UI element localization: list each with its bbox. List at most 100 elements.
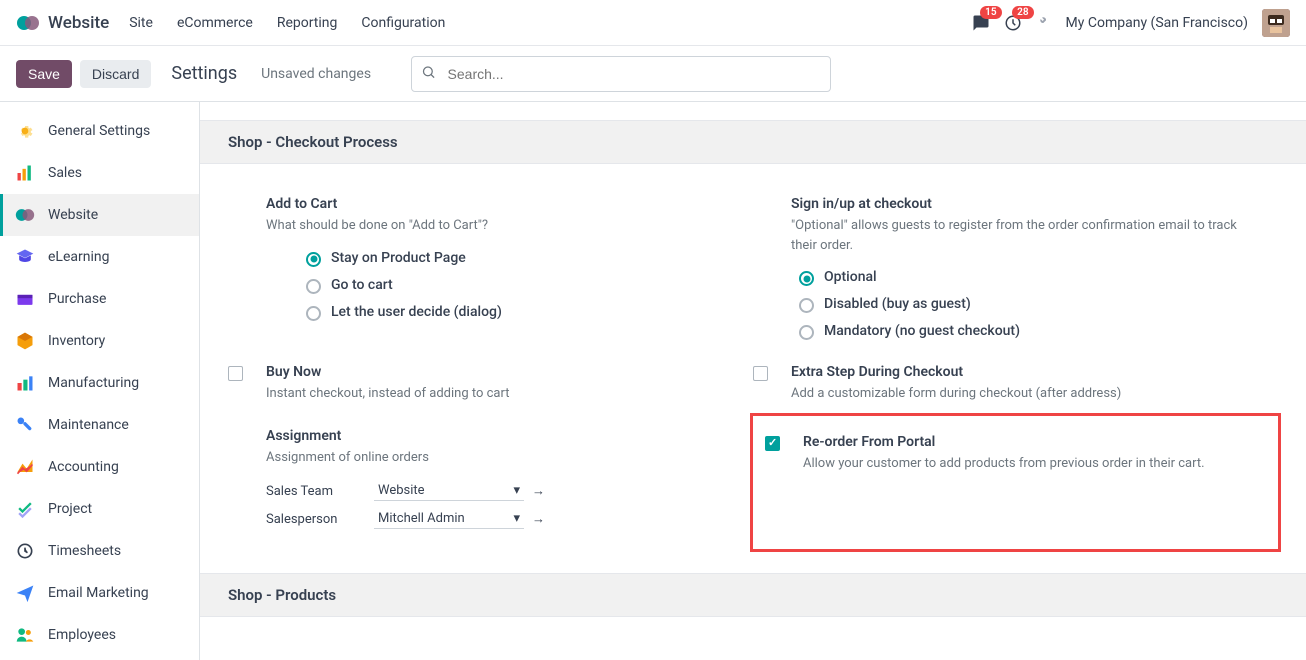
setting-signin: Sign in/up at checkout "Optional" allows… [753, 184, 1278, 352]
salesperson-label: Salesperson [266, 512, 366, 527]
radio-icon[interactable] [799, 325, 814, 340]
menu-reporting[interactable]: Reporting [277, 15, 338, 31]
user-avatar[interactable] [1262, 9, 1290, 37]
setting-title: Add to Cart [266, 196, 737, 212]
sidebar-label: Inventory [48, 333, 105, 349]
setting-title: Sign in/up at checkout [791, 196, 1262, 212]
setting-desc: What should be done on "Add to Cart"? [266, 216, 737, 236]
radio-disabled[interactable]: Disabled (buy as guest) [799, 296, 1262, 313]
sidebar-item-timesheets[interactable]: Timesheets [0, 530, 199, 572]
globe-icon [14, 204, 36, 226]
discard-button[interactable]: Discard [80, 60, 151, 88]
top-nav: Website Site eCommerce Reporting Configu… [0, 0, 1306, 46]
activity-badge: 28 [1012, 6, 1033, 19]
sidebar-item-fieldservice[interactable]: Field Service [0, 656, 199, 660]
section-header-products: Shop - Products [200, 573, 1306, 617]
sidebar-item-sales[interactable]: Sales [0, 152, 199, 194]
salesperson-select[interactable]: Mitchell Admin▾ [374, 509, 524, 529]
setting-desc: Instant checkout, instead of adding to c… [266, 384, 737, 404]
section-header-checkout: Shop - Checkout Process [200, 120, 1306, 164]
sidebar-label: Website [48, 207, 98, 223]
sidebar-item-purchase[interactable]: Purchase [0, 278, 199, 320]
settings-sidebar: General Settings Sales Website eLearning… [0, 102, 200, 660]
sidebar-item-manufacturing[interactable]: Manufacturing [0, 362, 199, 404]
wrench-icon [14, 414, 36, 436]
search-icon [421, 64, 436, 83]
setting-title: Extra Step During Checkout [791, 364, 1262, 380]
setting-extra-step: Extra Step During Checkout Add a customi… [753, 352, 1278, 416]
sidebar-item-inventory[interactable]: Inventory [0, 320, 199, 362]
sidebar-label: Purchase [48, 291, 106, 307]
sidebar-label: Accounting [48, 459, 119, 475]
search-input[interactable] [411, 56, 831, 92]
search-box [411, 56, 831, 92]
activity-icon[interactable]: 28 [1004, 14, 1022, 32]
save-button[interactable]: Save [16, 60, 72, 88]
sidebar-item-accounting[interactable]: Accounting [0, 446, 199, 488]
company-selector[interactable]: My Company (San Francisco) [1066, 15, 1248, 31]
setting-title: Assignment [266, 428, 737, 444]
action-bar: Save Discard Settings Unsaved changes [0, 46, 1306, 102]
setting-buy-now: Buy Now Instant checkout, instead of add… [228, 352, 753, 416]
sidebar-item-elearning[interactable]: eLearning [0, 236, 199, 278]
checkbox-extra-step[interactable] [753, 366, 768, 381]
people-icon [14, 624, 36, 646]
sidebar-item-emailmarketing[interactable]: Email Marketing [0, 572, 199, 614]
radio-stay-on-page[interactable]: Stay on Product Page [306, 250, 737, 267]
sidebar-label: Sales [48, 165, 82, 181]
radio-user-decide[interactable]: Let the user decide (dialog) [306, 304, 737, 321]
chat-badge: 15 [980, 6, 1001, 19]
radio-go-to-cart[interactable]: Go to cart [306, 277, 737, 294]
radio-optional[interactable]: Optional [799, 269, 1262, 286]
checkbox-buy-now[interactable] [228, 366, 243, 381]
radio-icon[interactable] [306, 279, 321, 294]
chevron-down-icon: ▾ [513, 483, 520, 498]
settings-content[interactable]: Shop - Checkout Process Add to Cart What… [200, 102, 1306, 660]
sidebar-label: Email Marketing [48, 585, 149, 601]
box-icon [14, 330, 36, 352]
chat-icon[interactable]: 15 [972, 14, 990, 32]
setting-add-to-cart: Add to Cart What should be done on "Add … [228, 184, 753, 352]
clock-icon [14, 540, 36, 562]
sidebar-label: Project [48, 501, 92, 517]
gear-icon [14, 120, 36, 142]
app-logo[interactable] [16, 11, 40, 35]
sidebar-item-project[interactable]: Project [0, 488, 199, 530]
radio-icon[interactable] [306, 306, 321, 321]
checkbox-reorder[interactable] [765, 436, 780, 451]
sidebar-item-employees[interactable]: Employees [0, 614, 199, 656]
radio-mandatory[interactable]: Mandatory (no guest checkout) [799, 323, 1262, 340]
sidebar-item-general[interactable]: General Settings [0, 110, 199, 152]
sales-team-select[interactable]: Website▾ [374, 481, 524, 501]
radio-icon[interactable] [799, 298, 814, 313]
setting-desc: "Optional" allows guests to register fro… [791, 216, 1262, 255]
setting-reorder: Re-order From Portal Allow your customer… [753, 416, 1278, 496]
sidebar-item-maintenance[interactable]: Maintenance [0, 404, 199, 446]
radio-icon[interactable] [799, 271, 814, 286]
sales-team-label: Sales Team [266, 484, 366, 499]
external-link-icon[interactable]: → [532, 511, 545, 527]
radio-icon[interactable] [306, 252, 321, 267]
chart-icon [14, 162, 36, 184]
money-icon [14, 456, 36, 478]
top-menu: Site eCommerce Reporting Configuration [129, 15, 445, 31]
menu-site[interactable]: Site [129, 15, 153, 31]
sidebar-label: Timesheets [48, 543, 121, 559]
sidebar-label: Manufacturing [48, 375, 139, 391]
setting-assignment: Assignment Assignment of online orders S… [228, 416, 753, 550]
app-name[interactable]: Website [48, 13, 109, 33]
sidebar-item-website[interactable]: Website [0, 194, 199, 236]
breadcrumb: Settings [171, 63, 237, 84]
external-link-icon[interactable]: → [532, 483, 545, 499]
send-icon [14, 582, 36, 604]
menu-configuration[interactable]: Configuration [361, 15, 445, 31]
sidebar-label: Employees [48, 627, 116, 643]
tools-icon[interactable] [1036, 15, 1052, 31]
setting-desc: Allow your customer to add products from… [803, 454, 1262, 474]
unsaved-indicator: Unsaved changes [261, 66, 371, 82]
menu-ecommerce[interactable]: eCommerce [177, 15, 253, 31]
sidebar-label: eLearning [48, 249, 109, 265]
setting-title: Buy Now [266, 364, 737, 380]
sidebar-label: General Settings [48, 123, 150, 139]
sidebar-label: Maintenance [48, 417, 129, 433]
